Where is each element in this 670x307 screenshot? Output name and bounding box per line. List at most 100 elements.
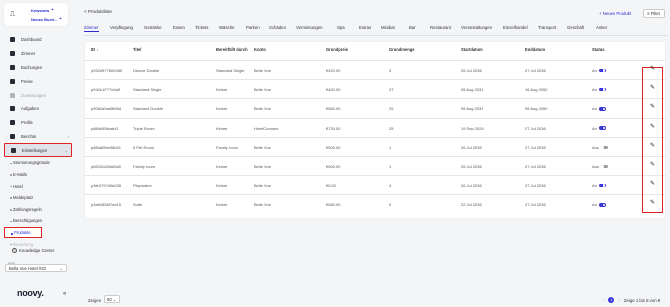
rows-per-page-select[interactable]: 50 ⌄ [104, 295, 120, 303]
next-page-icon[interactable]: › [618, 298, 619, 303]
cell-account: Belle Vue [254, 106, 271, 112]
table-row[interactable]: p932d977800450 Deluxe Double Standard Sing… [85, 60, 665, 79]
sidebar-item-assignments[interactable]: Zuweisungen [4, 88, 72, 102]
cell-account: Belle Vue [254, 87, 271, 93]
tab-vermietungen[interactable]: Vermietungen [296, 25, 323, 30]
sidebar-item-dashboard[interactable]: Dashboard [4, 33, 72, 47]
sidebar-item-prices[interactable]: Preise [4, 74, 72, 88]
sidebar-subitem[interactable]: E-Mails [4, 169, 72, 181]
page-button[interactable]: 1 [608, 297, 615, 303]
column-header-filled-by[interactable]: Bereitfüllt durch [216, 47, 250, 52]
table-row[interactable]: p9060a9ad5f68d Standard Double Keiner Belle… [85, 98, 665, 117]
status-toggle[interactable] [598, 203, 606, 207]
status-toggle[interactable] [600, 145, 608, 150]
hotel-card[interactable]: ⎍ Kewsbew + Neuse Buch... + [4, 3, 68, 26]
sidebar-item-bookings[interactable]: Buchungen [4, 61, 72, 75]
hotel-select[interactable]: Bella Vue Hotel #23 ⌄ [5, 264, 67, 272]
cell-end-date: 27 Jul 2036 [525, 164, 546, 169]
tab-parken[interactable]: Parken [246, 25, 260, 30]
cell-title: Family room [133, 164, 156, 169]
edit-pencil-icon[interactable]: ✎ [650, 161, 655, 168]
tab-spa[interactable]: Spa [337, 25, 345, 30]
back-link[interactable]: < Produktliste [84, 9, 112, 14]
status-label: An [592, 106, 597, 112]
table-row[interactable]: p3a60856f7ea15 Suite Keiner Belle Vue €580.0… [85, 194, 665, 213]
tab-einzelhandel[interactable]: Einzelhandel [503, 25, 528, 30]
collapse-sidebar-icon[interactable]: « [63, 291, 66, 297]
table-row[interactable]: p6f242d2bb65d0 Family room Keiner Belle Vue… [85, 156, 665, 175]
status-toggle[interactable] [598, 126, 606, 130]
tab-essen[interactable]: Essen [173, 25, 185, 30]
table-row[interactable]: p8f8b0f5fcab41 Triple Room Keiner HotelConn… [85, 117, 665, 137]
sidebar-subitem-products[interactable]: Produkte [4, 226, 42, 239]
table-row[interactable]: p8f5a89be58b01 5 Pet Room Family room Belle… [85, 136, 665, 156]
tab-sch-den[interactable]: Schäden [269, 25, 286, 30]
tab-anker[interactable]: Anker [596, 25, 607, 30]
plus-icon[interactable]: + [59, 16, 62, 22]
edit-pencil-icon[interactable]: ✎ [650, 199, 655, 206]
tab-zimmer[interactable]: Zimmer [84, 25, 99, 32]
status-toggle[interactable] [598, 87, 606, 92]
column-header-title[interactable]: Titel [133, 47, 141, 52]
sidebar-item-profiles[interactable]: Profile [4, 116, 72, 130]
sidebar-subitem[interactable]: Stornierungsgründe [4, 157, 72, 169]
column-header-account[interactable]: Konto [254, 47, 266, 52]
edit-pencil-icon[interactable]: ✎ [650, 123, 655, 130]
plus-icon[interactable]: + [51, 7, 54, 13]
price-icon [10, 78, 15, 84]
column-header-status[interactable]: Status [592, 47, 605, 52]
edit-pencil-icon[interactable]: ✎ [650, 65, 655, 72]
column-header-base-qty[interactable]: Grundmenge [389, 47, 414, 52]
cell-start-date: 26 Jul 2036 [461, 144, 482, 150]
cell-account: Belle Vue [254, 183, 271, 189]
tab-restaurant[interactable]: Restaurant [430, 25, 451, 30]
tab-verpflegung[interactable]: Verpflegung [110, 25, 133, 30]
sidebar-item-label: Profile [21, 120, 33, 126]
tab-w-sche[interactable]: Wäsche [219, 25, 235, 30]
status-toggle[interactable] [598, 107, 606, 111]
sidebar-item-tasks[interactable]: Aufgaben [4, 102, 72, 116]
sidebar-subitem[interactable]: Meldeplatz [4, 192, 72, 204]
status-toggle[interactable] [598, 68, 606, 73]
edit-pencil-icon[interactable]: ✎ [650, 142, 655, 149]
status-label: An [592, 202, 597, 208]
column-header-end-date[interactable]: Enddatum [525, 47, 545, 52]
tab-bar[interactable]: Bar [409, 25, 416, 30]
sidebar-item-rooms[interactable]: Zimmer [4, 47, 72, 61]
profile-icon [10, 120, 15, 126]
tab-extras[interactable]: Extras [359, 25, 371, 30]
sidebar-subitem[interactable]: Hotel [4, 180, 72, 192]
sidebar-subitem[interactable]: Zahlungsregeln [4, 204, 72, 216]
tab-minibar[interactable]: Minibar [381, 25, 395, 30]
filter-button[interactable]: ≡ Filter [643, 9, 665, 18]
status-toggle[interactable] [598, 183, 606, 188]
new-product-button[interactable]: + Neues Produkt [599, 11, 631, 16]
edit-pencil-icon[interactable]: ✎ [650, 103, 655, 110]
cell-end-date: 16 Aug 2052 [525, 87, 548, 93]
chevron-down-icon: ⌄ [64, 147, 68, 153]
status-label: Aus [592, 144, 599, 150]
sidebar-item-reports[interactable]: Berichte › [4, 130, 72, 144]
bed-icon [10, 51, 15, 57]
cell-title: Deluxe Double [133, 68, 160, 73]
edit-pencil-icon[interactable]: ✎ [650, 180, 655, 187]
edit-pencil-icon[interactable]: ✎ [650, 84, 655, 91]
column-header-id[interactable]: ID ↓ [91, 47, 98, 52]
products-table: ID ↓ Titel Bereitfüllt durch Konto Grund… [85, 42, 665, 218]
cell-price: €580.00 [326, 202, 341, 208]
knowledge-center-link[interactable]: ? Knowledge Center [12, 248, 54, 253]
column-header-start-date[interactable]: Startdatum [461, 47, 483, 52]
cell-start-date: 05 Aug 2031 [461, 87, 484, 93]
tab-tickets[interactable]: Tickets [195, 25, 208, 30]
table-row[interactable]: p3fe3797d0b028 Playmaker Keiner Belle Vue €0… [85, 175, 665, 194]
tab-transport[interactable]: Transport [538, 25, 556, 30]
table-row[interactable]: p932e1F77d4a9 Standard Single Keiner Belle … [85, 79, 665, 98]
prev-page-icon[interactable]: ‹ [603, 298, 604, 303]
tab-gesch-ft[interactable]: Geschäft [567, 25, 584, 30]
column-header-base-price[interactable]: Grundpreis [326, 47, 348, 52]
tab-veranstaltungen[interactable]: Veranstaltungen [461, 25, 492, 30]
status-toggle[interactable] [600, 164, 608, 169]
sidebar-subitem[interactable]: Berechtigungen [4, 215, 72, 227]
tab-getr-nke[interactable]: Getränke [144, 25, 162, 30]
sidebar-item-settings[interactable]: Einstellungen ⌄ [4, 143, 72, 158]
